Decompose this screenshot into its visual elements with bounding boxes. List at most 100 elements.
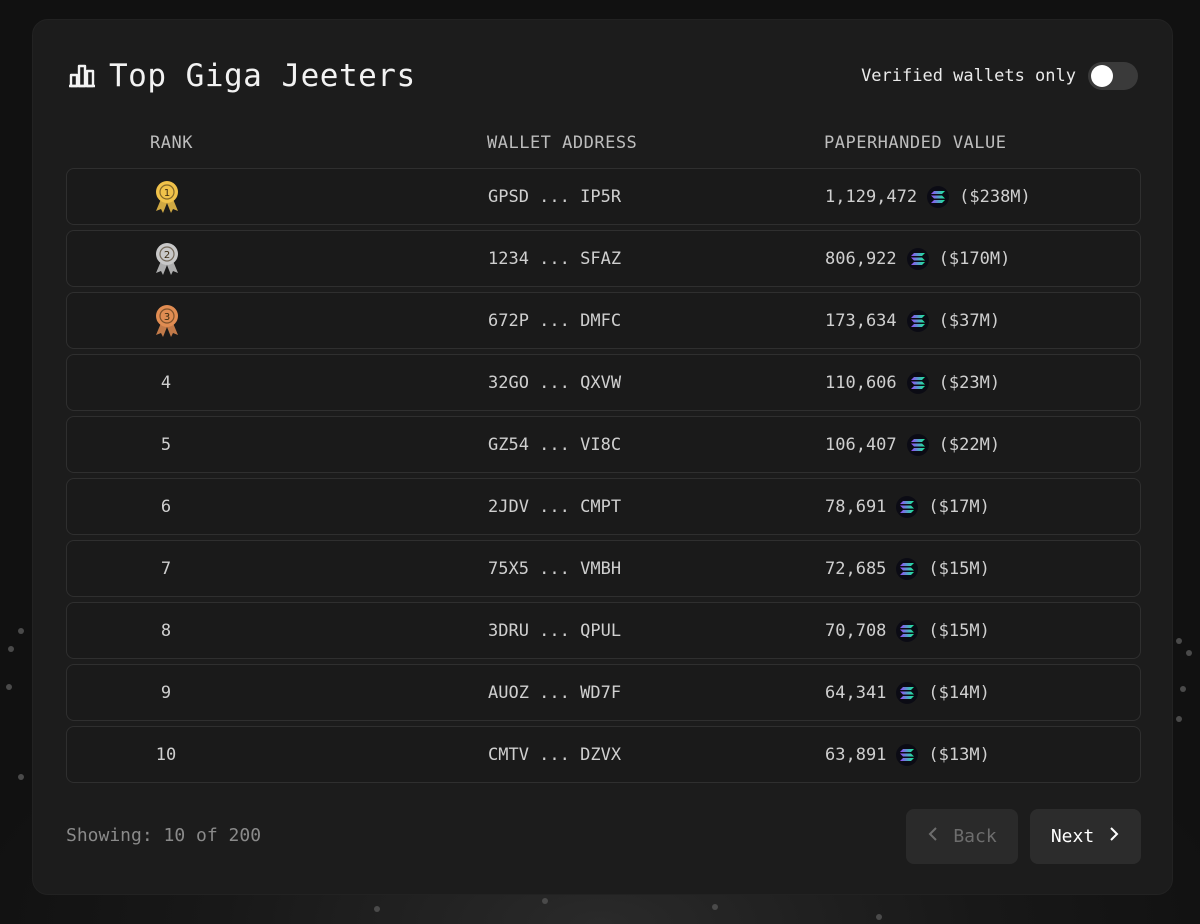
svg-text:3: 3 (164, 312, 170, 323)
background-dot (8, 646, 14, 652)
paperhanded-value: 110,606 ($23M) (825, 355, 1000, 410)
table-row[interactable]: 10 CMTV ... DZVX 63,891 ($13M) (66, 726, 1141, 783)
solana-icon (906, 247, 929, 270)
bar-chart-icon (67, 61, 97, 91)
background-dot (6, 684, 12, 690)
table-row[interactable]: 2 1234 ... SFAZ 806,922 ($170M) (66, 230, 1141, 287)
rank-cell: 6 (151, 479, 181, 534)
background-dot (542, 898, 548, 904)
verified-toggle[interactable] (1088, 62, 1138, 90)
rank-number: 7 (160, 558, 172, 579)
solana-icon (927, 185, 950, 208)
wallet-address[interactable]: 32GO ... QXVW (488, 355, 621, 410)
rank-cell: 1 (151, 169, 183, 224)
wallet-address[interactable]: 2JDV ... CMPT (488, 479, 621, 534)
background-dot (1176, 716, 1182, 722)
wallet-address[interactable]: AUOZ ... WD7F (488, 665, 621, 720)
wallet-address[interactable]: GPSD ... IP5R (488, 169, 621, 224)
usd-value: ($170M) (938, 248, 1011, 269)
paperhanded-value: 72,685 ($15M) (825, 541, 990, 596)
wallet-address[interactable]: 1234 ... SFAZ (488, 231, 621, 286)
rank-cell: 8 (151, 603, 181, 658)
bronze-medal-icon: 3 (151, 303, 183, 339)
panel-header: Top Giga Jeeters Verified wallets only (67, 58, 1138, 94)
solana-icon (906, 371, 929, 394)
paperhanded-value: 63,891 ($13M) (825, 727, 990, 782)
column-header-wallet: WALLET ADDRESS (487, 133, 638, 153)
rank-number: 6 (160, 496, 172, 517)
title-group: Top Giga Jeeters (67, 58, 416, 94)
rank-cell: 3 (151, 293, 183, 348)
table-row[interactable]: 5 GZ54 ... VI8C 106,407 ($22M) (66, 416, 1141, 473)
usd-value: ($22M) (938, 434, 1001, 455)
usd-value: ($238M) (959, 186, 1031, 207)
gold-medal-icon: 1 (151, 179, 183, 215)
sol-amount: 63,891 (825, 744, 887, 765)
paperhanded-value: 1,129,472 ($238M) (825, 169, 1031, 224)
leaderboard-panel: Top Giga Jeeters Verified wallets only R… (32, 19, 1173, 895)
showing-count: Showing: 10 of 200 (66, 825, 262, 846)
svg-text:1: 1 (164, 188, 170, 199)
back-button[interactable]: Back (906, 809, 1018, 864)
table-row[interactable]: 1 GPSD ... IP5R 1,129,472 ($238M) (66, 168, 1141, 225)
leaderboard-table: 1 GPSD ... IP5R 1,129,472 ($238M) 2 1234 ... … (66, 168, 1141, 788)
paperhanded-value: 70,708 ($15M) (825, 603, 990, 658)
background-dot (18, 628, 24, 634)
usd-value: ($23M) (938, 372, 1001, 393)
paperhanded-value: 78,691 ($17M) (825, 479, 990, 534)
rank-cell: 5 (151, 417, 181, 472)
svg-text:2: 2 (164, 250, 170, 261)
background-dot (712, 904, 718, 910)
usd-value: ($14M) (928, 682, 990, 703)
wallet-address[interactable]: 3DRU ... QPUL (488, 603, 621, 658)
sol-amount: 78,691 (825, 496, 887, 517)
chevron-right-icon (1108, 826, 1120, 847)
table-row[interactable]: 9 AUOZ ... WD7F 64,341 ($14M) (66, 664, 1141, 721)
rank-number: 8 (160, 620, 172, 641)
silver-medal-icon: 2 (151, 241, 183, 277)
rank-cell: 10 (151, 727, 181, 782)
verified-toggle-label: Verified wallets only (861, 66, 1076, 86)
solana-icon (896, 557, 919, 580)
sol-amount: 173,634 (825, 310, 897, 331)
usd-value: ($15M) (928, 620, 990, 641)
usd-value: ($13M) (928, 744, 990, 765)
toggle-knob (1091, 65, 1113, 87)
rank-cell: 7 (151, 541, 181, 596)
background-dot (1186, 650, 1192, 656)
solana-icon (896, 743, 919, 766)
sol-amount: 72,685 (825, 558, 887, 579)
solana-icon (896, 619, 919, 642)
rank-cell: 9 (151, 665, 181, 720)
sol-amount: 1,129,472 (825, 186, 918, 207)
solana-icon (906, 309, 929, 332)
sol-amount: 70,708 (825, 620, 887, 641)
column-header-value: PAPERHANDED VALUE (824, 133, 1007, 153)
paperhanded-value: 106,407 ($22M) (825, 417, 1000, 472)
table-row[interactable]: 8 3DRU ... QPUL 70,708 ($15M) (66, 602, 1141, 659)
wallet-address[interactable]: 75X5 ... VMBH (488, 541, 621, 596)
paperhanded-value: 64,341 ($14M) (825, 665, 990, 720)
wallet-address[interactable]: 672P ... DMFC (488, 293, 621, 348)
sol-amount: 806,922 (825, 248, 897, 269)
page-title: Top Giga Jeeters (109, 58, 416, 94)
table-row[interactable]: 4 32GO ... QXVW 110,606 ($23M) (66, 354, 1141, 411)
next-button[interactable]: Next (1030, 809, 1141, 864)
chevron-left-icon (927, 826, 939, 847)
solana-icon (906, 433, 929, 456)
table-row[interactable]: 6 2JDV ... CMPT 78,691 ($17M) (66, 478, 1141, 535)
next-button-label: Next (1050, 826, 1095, 847)
verified-filter: Verified wallets only (861, 62, 1138, 90)
table-row[interactable]: 7 75X5 ... VMBH 72,685 ($15M) (66, 540, 1141, 597)
table-row[interactable]: 3 672P ... DMFC 173,634 ($37M) (66, 292, 1141, 349)
usd-value: ($37M) (938, 310, 1001, 331)
rank-number: 4 (160, 372, 172, 393)
background-dot (1176, 638, 1182, 644)
wallet-address[interactable]: GZ54 ... VI8C (488, 417, 621, 472)
wallet-address[interactable]: CMTV ... DZVX (488, 727, 621, 782)
paperhanded-value: 806,922 ($170M) (825, 231, 1010, 286)
rank-cell: 4 (151, 355, 181, 410)
usd-value: ($17M) (928, 496, 990, 517)
background-dot (876, 914, 882, 920)
sol-amount: 64,341 (825, 682, 887, 703)
